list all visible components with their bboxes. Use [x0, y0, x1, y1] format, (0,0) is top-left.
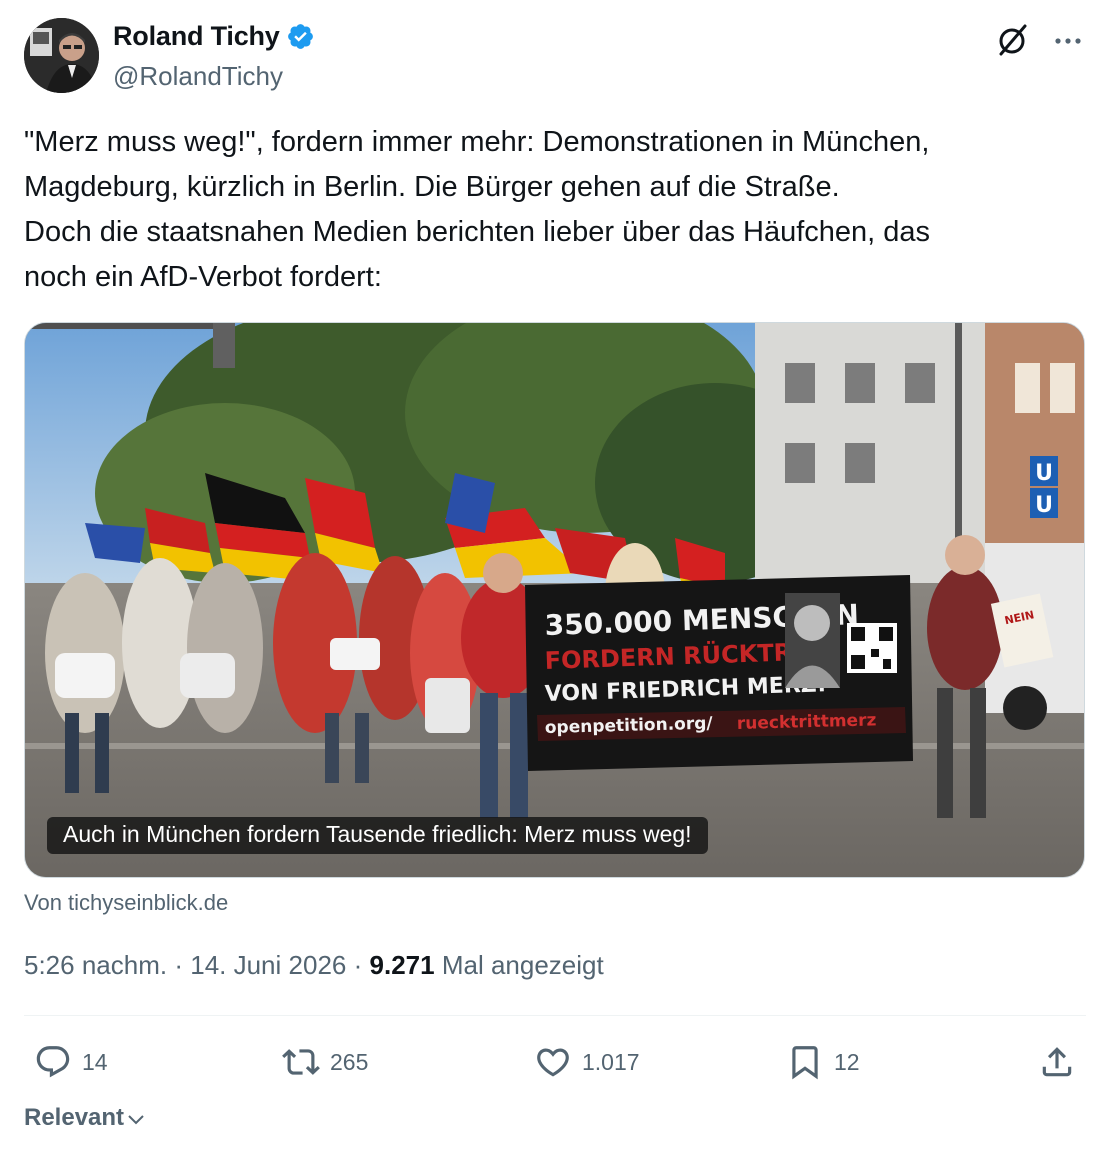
author-avatar[interactable]	[24, 18, 99, 93]
like-count: 1.017	[582, 1048, 640, 1075]
reply-icon	[36, 1046, 70, 1078]
grok-icon[interactable]	[994, 22, 1030, 58]
reply-button[interactable]: 14	[34, 1040, 108, 1084]
like-button[interactable]: 1.017	[534, 1040, 640, 1084]
tweet-meta: 5:26 nachm. · 14. Juni 2026 · 9.271 Mal …	[24, 950, 604, 981]
subway-sign-bottom: U	[1035, 493, 1053, 518]
author-handle[interactable]: @RolandTichy	[113, 61, 283, 92]
divider	[24, 1015, 1086, 1016]
share-icon	[1042, 1047, 1072, 1077]
sort-replies-dropdown[interactable]: Relevant	[24, 1104, 146, 1132]
tweet-header: Roland Tichy @RolandTichy	[24, 18, 1086, 96]
more-icon[interactable]	[1050, 22, 1086, 58]
media-source-link[interactable]: Von tichyseinblick.de	[24, 890, 228, 916]
verified-badge-icon	[287, 24, 313, 49]
video-caption: Auch in München fordern Tausende friedli…	[47, 817, 708, 854]
author-name[interactable]: Roland Tichy	[113, 21, 280, 52]
tweet-text: "Merz muss weg!", fordern immer mehr: De…	[24, 126, 931, 293]
banner-url-right: ruecktrittmerz	[737, 710, 877, 734]
reply-count: 14	[82, 1048, 108, 1075]
views-label: Mal angezeigt	[441, 950, 604, 980]
chevron-down-icon	[128, 1115, 144, 1125]
meta-separator: ·	[174, 950, 183, 980]
repost-icon	[282, 1049, 320, 1075]
tweet-time[interactable]: 5:26 nachm.	[24, 950, 167, 980]
video-frame: U U NEIN 350.000 MENSCHEN FORDERN RÜCKTR…	[25, 323, 1084, 877]
tweet-date[interactable]: 14. Juni 2026	[190, 950, 346, 980]
repost-count: 265	[330, 1048, 369, 1075]
video-media[interactable]: U U NEIN 350.000 MENSCHEN FORDERN RÜCKTR…	[24, 322, 1085, 878]
views-count: 9.271	[369, 950, 435, 980]
heart-icon	[537, 1048, 569, 1077]
action-bar: 14 265 1.017 12	[24, 1040, 1086, 1084]
repost-button[interactable]: 265	[282, 1040, 368, 1084]
sort-label: Relevant	[24, 1104, 125, 1131]
meta-separator: ·	[353, 950, 363, 980]
bookmark-icon	[792, 1046, 818, 1080]
bookmark-count: 12	[834, 1048, 860, 1075]
bookmark-button[interactable]: 12	[786, 1040, 860, 1084]
share-button[interactable]	[1038, 1040, 1086, 1084]
subway-sign-top: U	[1035, 461, 1053, 486]
